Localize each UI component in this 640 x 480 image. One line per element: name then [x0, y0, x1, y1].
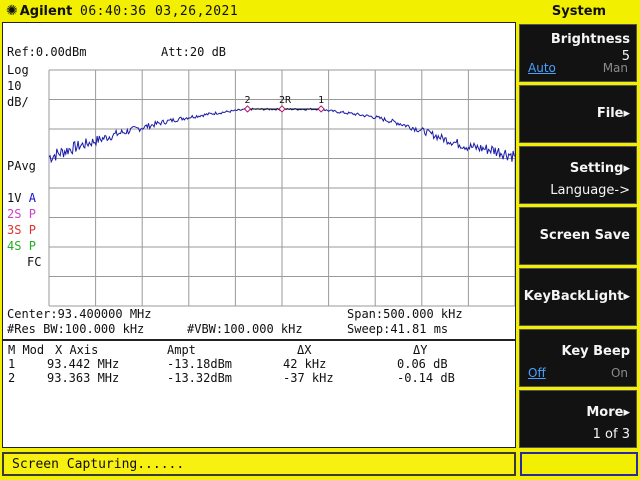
trace-4-label: 4S P	[7, 239, 36, 253]
spectrum-plot: 2 2R 1	[48, 69, 515, 307]
sweep-time: Sweep:41.81 ms	[347, 322, 449, 336]
key-beep-label: Key Beep	[561, 344, 630, 359]
header-x-axis: X Axis	[55, 343, 99, 357]
status-indicator-box	[520, 452, 638, 476]
setting-softkey[interactable]: Setting▸ Language->	[519, 146, 637, 204]
row-1-amplitude: -13.18dBm	[167, 357, 233, 371]
center-frequency: Center:93.400000 MHz	[7, 307, 152, 321]
marker-1-label: 1	[318, 95, 324, 106]
brightness-man-option[interactable]: Man	[603, 61, 628, 75]
row-1-marker: 1	[8, 357, 16, 371]
res-bw: #Res BW:100.000 kHz	[7, 322, 145, 336]
file-softkey[interactable]: File▸	[519, 85, 637, 143]
trace-1-mode: A	[28, 191, 36, 205]
agilent-logo: ✺ Agilent	[6, 3, 72, 19]
trace-1-name: 1V	[7, 191, 22, 205]
ref-level: Ref:0.00dBm	[7, 45, 87, 59]
marker-2-diamond	[243, 105, 252, 113]
trace-2-mode: P	[28, 207, 36, 221]
row-1-delta-y: 0.06 dB	[397, 357, 448, 371]
marker-2-label: 2	[245, 95, 251, 106]
detector-label: PAvg	[7, 159, 36, 173]
trace-4-name: 4S	[7, 239, 22, 253]
screen-save-softkey[interactable]: Screen Save	[519, 207, 637, 265]
vbw: #VBW:100.000 kHz	[187, 322, 303, 336]
softkey-panel: Brightness 5 Auto Man File▸ Setting▸ Lan…	[518, 22, 640, 450]
status-message: Screen Capturing......	[12, 457, 185, 472]
more-page: 1 of 3	[592, 427, 630, 442]
scale-type: Log	[7, 63, 29, 77]
setting-label: Setting▸	[569, 161, 630, 176]
row-2-x-axis: 93.363 MHz	[47, 371, 120, 385]
trace-2-name: 2S	[7, 207, 22, 221]
key-beep-on-option[interactable]: On	[611, 366, 628, 380]
fc-label: FC	[27, 255, 42, 269]
span: Span:500.000 kHz	[347, 307, 463, 321]
keybacklight-softkey[interactable]: KeyBackLight▸	[519, 268, 637, 326]
row-1-delta-x: 42 kHz	[283, 357, 327, 371]
brightness-label: Brightness	[550, 32, 630, 47]
trace-1-line	[48, 107, 515, 164]
marker-table: M Mod X Axis Ampt ΔX ΔY 1 93.442 MHz -13…	[2, 340, 516, 448]
menu-title: System	[551, 4, 607, 19]
header-delta-x: ΔX	[297, 343, 312, 357]
attenuation: Att:20 dB	[161, 45, 227, 59]
top-bar: ✺ Agilent 06:40:36 03,26,2021 System	[0, 0, 640, 22]
spectrum-display: Ref:0.00dBm Att:20 dB Log 10 dB/ PAvg 1V…	[2, 22, 516, 340]
header-amplitude: Ampt	[167, 343, 196, 357]
trace-3-label: 3S P	[7, 223, 36, 237]
trace-1-label: 1V A	[7, 191, 36, 205]
marker-1-diamond	[317, 105, 325, 113]
language-sublabel: Language->	[550, 183, 630, 198]
marker-2r-label: 2R	[279, 95, 292, 106]
row-2-delta-y: -0.14 dB	[397, 371, 455, 385]
screen-save-label: Screen Save	[539, 228, 630, 243]
row-2-marker: 2	[8, 371, 16, 385]
file-label: File▸	[596, 106, 630, 121]
key-beep-off-option[interactable]: Off	[528, 366, 546, 380]
key-beep-softkey[interactable]: Key Beep Off On	[519, 329, 637, 387]
agilent-spark-icon: ✺	[6, 3, 18, 19]
scale-unit: dB/	[7, 95, 29, 109]
more-softkey[interactable]: More▸ 1 of 3	[519, 390, 637, 448]
row-2-delta-x: -37 kHz	[283, 371, 334, 385]
row-1-x-axis: 93.442 MHz	[47, 357, 120, 371]
header-mode: M Mod	[8, 343, 45, 357]
keybacklight-label: KeyBackLight▸	[523, 289, 630, 304]
brightness-auto-option[interactable]: Auto	[528, 61, 556, 75]
trace-3-mode: P	[28, 223, 36, 237]
header-delta-y: ΔY	[413, 343, 428, 357]
graticule	[48, 69, 515, 307]
status-bar: Screen Capturing......	[2, 452, 516, 476]
date-time: 06:40:36 03,26,2021	[80, 4, 239, 19]
trace-4-mode: P	[28, 239, 36, 253]
logo-text: Agilent	[19, 4, 73, 19]
marker-group: 2 2R 1	[243, 95, 325, 113]
trace-2-label: 2S P	[7, 207, 36, 221]
row-2-amplitude: -13.32dBm	[167, 371, 233, 385]
more-label: More▸	[586, 405, 630, 420]
scale-value: 10	[7, 79, 22, 93]
marker-2r-diamond	[278, 105, 286, 113]
trace-3-name: 3S	[7, 223, 22, 237]
brightness-softkey[interactable]: Brightness 5 Auto Man	[519, 24, 637, 82]
